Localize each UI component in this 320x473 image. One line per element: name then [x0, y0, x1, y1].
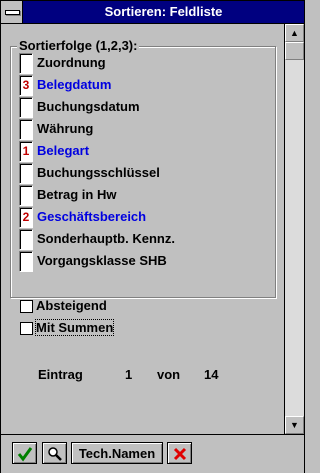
field-row[interactable]: Buchungsdatum	[19, 97, 269, 118]
dialog-content: Sortierfolge (1,2,3): Zuordnung 3 Belegdat…	[1, 24, 284, 434]
sort-priority-box[interactable]	[19, 163, 33, 184]
descending-label: Absteigend	[36, 298, 107, 313]
sort-priority-box[interactable]: 2	[19, 207, 33, 228]
sort-priority-box[interactable]: 1	[19, 141, 33, 162]
field-row[interactable]: 3 Belegdatum	[19, 75, 269, 96]
sort-priority-box[interactable]	[19, 53, 33, 74]
confirm-button[interactable]	[12, 442, 37, 464]
sort-priority-box[interactable]	[19, 119, 33, 140]
checkmark-icon	[17, 447, 32, 462]
field-row[interactable]: 2 Geschäftsbereich	[19, 207, 269, 228]
sort-priority-box[interactable]	[19, 185, 33, 206]
scroll-down-button[interactable]: ▼	[285, 416, 304, 434]
magnifier-icon	[47, 447, 62, 461]
totals-label: Mit Summen	[34, 319, 115, 336]
field-label: Währung	[37, 121, 94, 136]
field-row[interactable]: Betrag in Hw	[19, 185, 269, 206]
system-menu-button[interactable]	[1, 1, 23, 23]
arrow-up-icon: ▲	[290, 28, 299, 38]
field-row[interactable]: Buchungsschlüssel	[19, 163, 269, 184]
arrow-down-icon: ▼	[290, 420, 299, 430]
field-label: Zuordnung	[37, 55, 106, 70]
cancel-x-icon	[173, 447, 186, 461]
cancel-button[interactable]	[167, 442, 192, 464]
scroll-thumb[interactable]	[285, 42, 304, 60]
field-row[interactable]: Zuordnung	[19, 53, 269, 74]
field-label: Vorgangsklasse SHB	[37, 253, 167, 268]
entry-label: Eintrag	[38, 367, 83, 382]
entry-current: 1	[125, 367, 133, 382]
descending-checkbox[interactable]	[20, 300, 33, 313]
button-toolbar: Tech.Namen	[1, 434, 304, 473]
sort-priority-box[interactable]: 3	[19, 75, 33, 96]
sort-priority-box[interactable]	[19, 97, 33, 118]
sort-dialog-window: Sortieren: Feldliste Sortierfolge (1,2,3…	[0, 0, 305, 473]
field-row[interactable]: Sonderhauptb. Kennz.	[19, 229, 269, 250]
scroll-up-button[interactable]: ▲	[285, 24, 304, 42]
field-label: Sonderhauptb. Kennz.	[37, 231, 175, 246]
field-label: Belegdatum	[37, 77, 112, 92]
sort-priority-box[interactable]	[19, 251, 33, 272]
field-label: Betrag in Hw	[37, 187, 117, 202]
entry-total: 14	[204, 367, 219, 382]
field-row[interactable]: 1 Belegart	[19, 141, 269, 162]
sort-order-group-title: Sortierfolge (1,2,3):	[17, 38, 140, 53]
field-label: Geschäftsbereich	[37, 209, 147, 224]
field-row[interactable]: Vorgangsklasse SHB	[19, 251, 269, 272]
field-label: Buchungsschlüssel	[37, 165, 160, 180]
search-button[interactable]	[42, 442, 67, 464]
field-label: Buchungsdatum	[37, 99, 140, 114]
field-label: Belegart	[37, 143, 90, 158]
system-menu-icon	[5, 10, 20, 15]
window-title: Sortieren: Feldliste	[104, 4, 223, 19]
totals-checkbox[interactable]	[20, 322, 33, 335]
sort-priority-box[interactable]	[19, 229, 33, 250]
entry-of-label: von	[157, 367, 181, 382]
tech-names-button[interactable]: Tech.Namen	[71, 442, 163, 464]
field-row[interactable]: Währung	[19, 119, 269, 140]
vertical-scrollbar[interactable]: ▲ ▼	[284, 24, 304, 434]
title-bar: Sortieren: Feldliste	[1, 1, 304, 24]
